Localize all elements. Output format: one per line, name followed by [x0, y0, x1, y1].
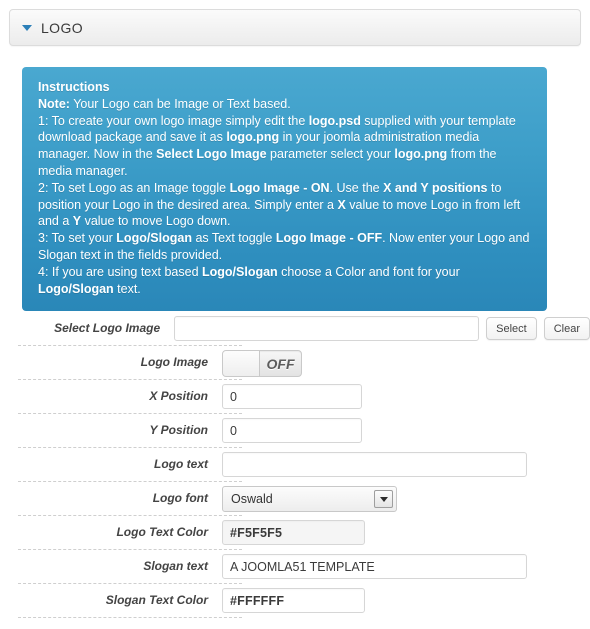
- select-logo-image-label: Select Logo Image: [54, 321, 161, 335]
- y-position-control: [222, 417, 362, 443]
- logo-settings-form: Select Logo Image Select Clear Logo Imag…: [0, 312, 590, 618]
- x-position-input[interactable]: [222, 384, 362, 409]
- clear-image-button[interactable]: Clear: [543, 317, 590, 340]
- instructions-note: Note: Your Logo can be Image or Text bas…: [38, 96, 531, 113]
- instructions-text: value to move Logo down.: [81, 214, 231, 229]
- instructions-emphasis: Logo/Slogan: [202, 264, 278, 279]
- slogan-text-input[interactable]: [222, 554, 527, 579]
- slogan-text-color-control: [222, 587, 365, 613]
- instructions-text: as Text toggle: [191, 231, 276, 246]
- instructions-emphasis: Logo Image - OFF: [275, 231, 383, 246]
- instructions-note-text: Your Logo can be Image or Text based.: [69, 96, 291, 111]
- field-row-logo-text: Logo text: [0, 448, 590, 482]
- select-image-button[interactable]: Select: [486, 317, 537, 340]
- logo-text-color-control: [222, 519, 365, 545]
- x-position-label: X Position: [149, 389, 208, 403]
- select-logo-image-control: Select Clear: [174, 315, 590, 341]
- slogan-text-color-label: Slogan Text Color: [105, 593, 208, 607]
- instructions-text: . Use the: [329, 180, 384, 195]
- x-position-control: [222, 383, 362, 409]
- field-row-select-logo-image: Select Logo Image Select Clear: [0, 312, 590, 346]
- instructions-text: 2: To set Logo as an Image toggle: [38, 180, 230, 195]
- y-position-input[interactable]: [222, 418, 362, 443]
- instructions-text: 3: To set your: [38, 231, 117, 246]
- chevron-down-icon[interactable]: [374, 490, 393, 508]
- y-position-label: Y Position: [149, 423, 208, 437]
- logo-text-color-input[interactable]: [222, 520, 365, 545]
- instructions-heading: Instructions: [38, 80, 110, 94]
- instructions-emphasis: logo.png: [226, 130, 280, 145]
- slogan-text-label: Slogan text: [143, 559, 208, 573]
- logo-text-input[interactable]: [222, 452, 527, 477]
- instructions-emphasis: logo.png: [394, 147, 448, 162]
- instructions-emphasis: Select Logo Image: [156, 147, 267, 162]
- instructions-line: 1: To create your own logo image simply …: [38, 113, 531, 180]
- instructions-emphasis: Logo Image - ON: [229, 180, 330, 195]
- instructions-text: choose a Color and font for your: [277, 264, 460, 279]
- slogan-text-control: [222, 553, 527, 579]
- instructions-body: 1: To create your own logo image simply …: [38, 113, 531, 298]
- field-row-slogan-text-color: Slogan Text Color: [0, 584, 590, 618]
- field-row-slogan-text: Slogan text: [0, 550, 590, 584]
- logo-panel-header[interactable]: LOGO: [9, 9, 581, 46]
- instructions-emphasis: logo.psd: [308, 113, 361, 128]
- logo-text-color-label: Logo Text Color: [116, 525, 208, 539]
- instructions-line: 4: If you are using text based Logo/Slog…: [38, 264, 531, 298]
- logo-image-toggle[interactable]: OFF: [222, 350, 302, 377]
- instructions-emphasis: Logo/Slogan: [116, 231, 192, 246]
- field-row-logo-font: Logo font Oswald: [0, 482, 590, 516]
- slogan-text-color-input[interactable]: [222, 588, 365, 613]
- panel-header-inner: LOGO: [10, 10, 580, 45]
- select-logo-image-input[interactable]: [174, 316, 480, 341]
- logo-text-control: [222, 451, 527, 477]
- logo-text-label: Logo text: [154, 457, 208, 471]
- toggle-state-label: OFF: [266, 355, 295, 372]
- instructions-text: 1: To create your own logo image simply …: [38, 113, 309, 128]
- instructions-text: parameter select your: [266, 147, 395, 162]
- toggle-knob[interactable]: [223, 351, 260, 376]
- instructions-emphasis: X and Y positions: [383, 180, 488, 195]
- field-row-logo-image: Logo Image OFF: [0, 346, 590, 380]
- field-row-logo-text-color: Logo Text Color: [0, 516, 590, 550]
- instructions-line: 2: To set Logo as an Image toggle Logo I…: [38, 180, 531, 230]
- logo-image-control: OFF: [222, 349, 302, 377]
- logo-font-select[interactable]: Oswald: [222, 486, 397, 512]
- instructions-note-label: Note:: [38, 96, 70, 111]
- field-row-y-position: Y Position: [0, 414, 590, 448]
- field-row-x-position: X Position: [0, 380, 590, 414]
- instructions-panel: Instructions Note: Your Logo can be Imag…: [22, 67, 547, 312]
- instructions-text: 4: If you are using text based: [38, 264, 202, 279]
- logo-font-label: Logo font: [152, 491, 208, 505]
- instructions-text: text.: [113, 281, 141, 296]
- page-title: LOGO: [41, 19, 84, 36]
- logo-image-label: Logo Image: [140, 355, 208, 369]
- instructions-emphasis: Y: [72, 214, 82, 229]
- logo-font-control: Oswald: [222, 485, 397, 512]
- logo-font-value: Oswald: [231, 492, 273, 506]
- instructions-line: 3: To set your Logo/Slogan as Text toggl…: [38, 230, 531, 264]
- instructions-emphasis: Logo/Slogan: [38, 281, 114, 296]
- instructions-emphasis: X: [337, 197, 346, 212]
- caret-down-icon[interactable]: [22, 25, 32, 31]
- row-separator: [18, 617, 242, 618]
